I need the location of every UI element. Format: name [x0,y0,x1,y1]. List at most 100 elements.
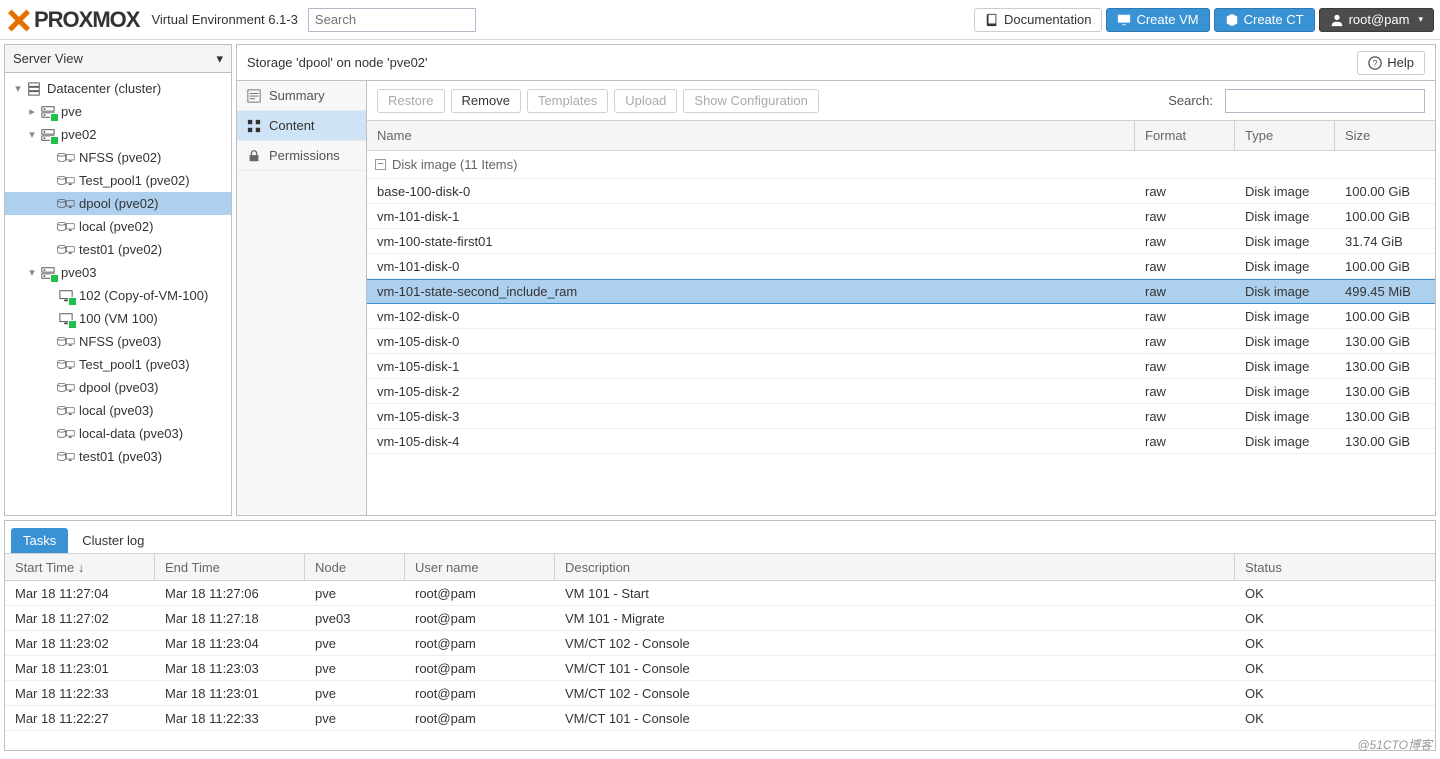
task-row[interactable]: Mar 18 11:22:27Mar 18 11:22:33pveroot@pa… [5,706,1435,731]
tree-item[interactable]: local-data (pve03) [5,422,231,445]
search-input[interactable] [308,8,476,32]
user-menu-button[interactable]: root@pam ▾ [1319,8,1434,32]
proxmox-logo: PROXMOX [6,7,139,33]
user-label: root@pam [1349,12,1410,27]
tree-item[interactable]: Test_pool1 (pve03) [5,353,231,376]
tree-item[interactable]: test01 (pve03) [5,445,231,468]
tree-item[interactable]: test01 (pve02) [5,238,231,261]
upload-button[interactable]: Upload [614,89,677,113]
tab-content[interactable]: Content [237,111,366,141]
table-row[interactable]: base-100-disk-0rawDisk image100.00 GiB [367,179,1435,204]
tree-item[interactable]: 102 (Copy-of-VM-100) [5,284,231,307]
tree-item[interactable]: ▾pve02 [5,123,231,146]
task-row[interactable]: Mar 18 11:23:01Mar 18 11:23:03pveroot@pa… [5,656,1435,681]
tree-item[interactable]: local (pve02) [5,215,231,238]
tree-item[interactable]: 100 (VM 100) [5,307,231,330]
table-row[interactable]: vm-105-disk-3rawDisk image130.00 GiB [367,404,1435,429]
tree-item[interactable]: ▸pve [5,100,231,123]
tree-item[interactable]: dpool (pve03) [5,376,231,399]
create-ct-label: Create CT [1244,12,1304,27]
task-row[interactable]: Mar 18 11:22:33Mar 18 11:23:01pveroot@pa… [5,681,1435,706]
task-col-node[interactable]: Node [305,554,405,580]
tree-item[interactable]: Test_pool1 (pve02) [5,169,231,192]
col-header-size[interactable]: Size [1335,121,1435,150]
svg-text:?: ? [1373,58,1378,68]
task-row[interactable]: Mar 18 11:27:04Mar 18 11:27:06pveroot@pa… [5,581,1435,606]
templates-button[interactable]: Templates [527,89,608,113]
table-row[interactable]: vm-105-disk-0rawDisk image130.00 GiB [367,329,1435,354]
tree-item[interactable]: NFSS (pve03) [5,330,231,353]
tasks-panel: Tasks Cluster log Start Time ↓ End Time … [4,520,1436,751]
tab-summary[interactable]: Summary [237,81,366,111]
tree-item[interactable]: dpool (pve02) [5,192,231,215]
arrow-down-icon: ↓ [78,560,85,575]
tasks-tabbar: Tasks Cluster log [5,521,1435,553]
tree-item[interactable]: NFSS (pve02) [5,146,231,169]
documentation-button[interactable]: Documentation [974,8,1102,32]
tree-item[interactable]: ▾pve03 [5,261,231,284]
resource-tree-panel: Server View ▾ ▾Datacenter (cluster)▸pve▾… [4,44,232,516]
help-icon: ? [1368,56,1382,70]
task-col-end[interactable]: End Time [155,554,305,580]
table-row[interactable]: vm-101-disk-1rawDisk image100.00 GiB [367,204,1435,229]
tab-permissions[interactable]: Permissions [237,141,366,171]
server-view-selector[interactable]: Server View ▾ [5,45,231,73]
table-row[interactable]: vm-101-disk-0rawDisk image100.00 GiB [367,254,1435,279]
grid-body: base-100-disk-0rawDisk image100.00 GiBvm… [367,179,1435,454]
summary-icon [247,89,261,103]
create-vm-button[interactable]: Create VM [1106,8,1209,32]
tab-permissions-label: Permissions [269,148,340,163]
table-row[interactable]: vm-100-state-first01rawDisk image31.74 G… [367,229,1435,254]
table-row[interactable]: vm-102-disk-0rawDisk image100.00 GiB [367,304,1435,329]
version-label: Virtual Environment 6.1-3 [151,12,297,27]
task-row[interactable]: Mar 18 11:27:02Mar 18 11:27:18pve03root@… [5,606,1435,631]
chevron-down-icon: ▾ [216,51,223,67]
brand-text: PROXMOX [34,7,139,33]
top-header: PROXMOX Virtual Environment 6.1-3 Docume… [0,0,1440,40]
task-col-desc[interactable]: Description [555,554,1235,580]
task-row[interactable]: Mar 18 11:23:02Mar 18 11:23:04pveroot@pa… [5,631,1435,656]
tab-content-label: Content [269,118,315,133]
monitor-icon [1117,13,1131,27]
panel-title-bar: Storage 'dpool' on node 'pve02' ? Help [237,45,1435,81]
create-vm-label: Create VM [1136,12,1198,27]
tasks-body: Mar 18 11:27:04Mar 18 11:27:06pveroot@pa… [5,581,1435,731]
content-search-input[interactable] [1225,89,1425,113]
panel-title-text: Storage 'dpool' on node 'pve02' [247,55,428,70]
tree-item[interactable]: ▾Datacenter (cluster) [5,77,231,100]
lock-icon [247,149,261,163]
tree-item[interactable]: local (pve03) [5,399,231,422]
chevron-down-icon: ▾ [1418,14,1423,25]
cube-icon [1225,13,1239,27]
task-col-status[interactable]: Status [1235,554,1435,580]
help-button[interactable]: ? Help [1357,51,1425,75]
create-ct-button[interactable]: Create CT [1214,8,1315,32]
tab-summary-label: Summary [269,88,325,103]
col-header-name[interactable]: Name [367,121,1135,150]
help-label: Help [1387,55,1414,70]
content-panel: Storage 'dpool' on node 'pve02' ? Help S… [236,44,1436,516]
task-col-user[interactable]: User name [405,554,555,580]
server-view-label: Server View [13,51,83,66]
table-row[interactable]: vm-105-disk-2rawDisk image130.00 GiB [367,379,1435,404]
show-config-button[interactable]: Show Configuration [683,89,818,113]
user-icon [1330,13,1344,27]
table-row[interactable]: vm-105-disk-4rawDisk image130.00 GiB [367,429,1435,454]
group-label: Disk image (11 Items) [392,157,517,172]
tab-tasks[interactable]: Tasks [11,528,68,553]
remove-button[interactable]: Remove [451,89,521,113]
table-row[interactable]: vm-101-state-second_include_ramrawDisk i… [367,279,1435,304]
documentation-label: Documentation [1004,12,1091,27]
col-header-format[interactable]: Format [1135,121,1235,150]
grid-icon [247,119,261,133]
grid-header: Name Format Type Size [367,121,1435,151]
restore-button[interactable]: Restore [377,89,445,113]
tab-cluster-log[interactable]: Cluster log [70,528,156,553]
group-row[interactable]: − Disk image (11 Items) [367,151,1435,179]
book-icon [985,13,999,27]
side-tabs: Summary Content Permissions [237,81,367,515]
task-col-start[interactable]: Start Time ↓ [5,554,155,580]
collapse-icon[interactable]: − [375,159,386,170]
table-row[interactable]: vm-105-disk-1rawDisk image130.00 GiB [367,354,1435,379]
col-header-type[interactable]: Type [1235,121,1335,150]
